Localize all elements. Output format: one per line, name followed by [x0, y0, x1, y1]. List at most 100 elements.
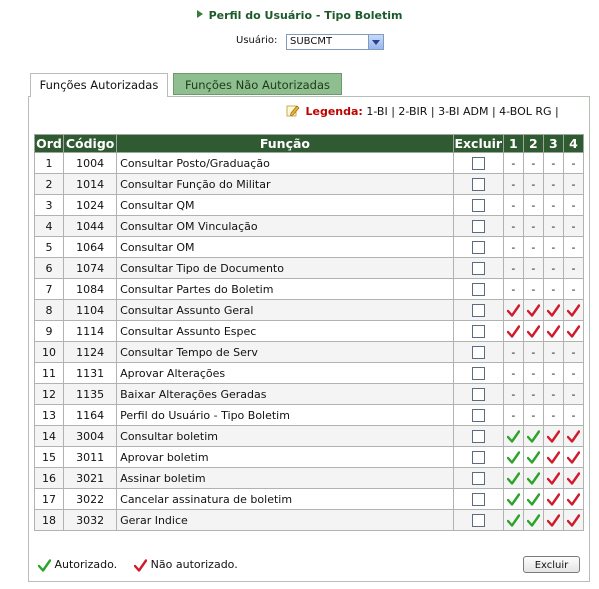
- excluir-checkbox[interactable]: [471, 324, 485, 338]
- cell-excluir: [452, 278, 504, 300]
- dash-text: -: [511, 240, 516, 254]
- green-check-icon: [506, 493, 520, 506]
- cell-ord: 10: [33, 341, 65, 363]
- excluir-checkbox[interactable]: [471, 450, 485, 464]
- red-check-icon: [506, 325, 520, 338]
- tab-funcoes-autorizadas[interactable]: Funções Autorizadas: [30, 73, 168, 97]
- cell-funcao: Consultar Assunto Espec: [116, 320, 454, 342]
- excluir-checkbox[interactable]: [471, 471, 485, 485]
- cell-ord: 5: [33, 236, 65, 258]
- dash-text: -: [531, 240, 536, 254]
- cell-funcao: Consultar boletim: [116, 425, 454, 447]
- green-check-icon: [506, 514, 520, 527]
- excluir-checkbox[interactable]: [471, 261, 485, 275]
- excluir-checkbox[interactable]: [471, 513, 485, 527]
- cell-codigo: 1164: [63, 404, 118, 426]
- dash-text: -: [571, 156, 576, 170]
- cell-col-3: -: [542, 152, 564, 174]
- cell-funcao: Consultar QM: [116, 194, 454, 216]
- red-check-icon: [546, 325, 560, 338]
- cell-excluir: [452, 320, 504, 342]
- cell-col-4: -: [562, 194, 585, 216]
- dash-text: -: [511, 198, 516, 212]
- dash-text: -: [531, 177, 536, 191]
- cell-funcao: Gerar Indice: [116, 509, 454, 531]
- cell-col-2: [522, 446, 544, 468]
- legend-label: Legenda:: [305, 105, 363, 118]
- dash-text: -: [531, 387, 536, 401]
- excluir-checkbox[interactable]: [471, 387, 485, 401]
- usuario-select-value: SUBCMT: [290, 36, 333, 47]
- excluir-checkbox[interactable]: [471, 303, 485, 317]
- cell-funcao: Cancelar assinatura de boletim: [116, 488, 454, 510]
- excluir-checkbox[interactable]: [471, 282, 485, 296]
- dash-text: -: [571, 261, 576, 275]
- cell-funcao: Assinar boletim: [116, 467, 454, 489]
- table-row: 15 3011 Aprovar boletim: [33, 446, 585, 468]
- cell-col-1: -: [502, 362, 524, 384]
- excluir-checkbox[interactable]: [471, 156, 485, 170]
- dash-text: -: [511, 408, 516, 422]
- dash-text: -: [531, 219, 536, 233]
- cell-excluir: [452, 404, 504, 426]
- cell-excluir: [452, 152, 504, 174]
- excluir-checkbox[interactable]: [471, 366, 485, 380]
- excluir-checkbox[interactable]: [471, 429, 485, 443]
- excluir-checkbox[interactable]: [471, 177, 485, 191]
- excluir-checkbox[interactable]: [471, 240, 485, 254]
- cell-excluir: [452, 341, 504, 363]
- cell-codigo: 3011: [63, 446, 118, 468]
- cell-funcao: Consultar Função do Militar: [116, 173, 454, 195]
- cell-col-4: -: [562, 215, 585, 237]
- cell-col-3: -: [542, 404, 564, 426]
- red-check-icon: [546, 493, 560, 506]
- cell-col-3: -: [542, 341, 564, 363]
- usuario-select[interactable]: SUBCMT: [286, 34, 384, 50]
- cell-codigo: 1074: [63, 257, 118, 279]
- legend-items: 1-BI | 2-BIR | 3-BI ADM | 4-BOL RG |: [366, 105, 559, 118]
- dash-text: -: [571, 240, 576, 254]
- cell-col-1: -: [502, 341, 524, 363]
- page-title-text: Perfil do Usuário - Tipo Boletim: [208, 9, 403, 22]
- cell-col-3: -: [542, 278, 564, 300]
- cell-excluir: [452, 236, 504, 258]
- cell-funcao: Consultar OM Vinculação: [116, 215, 454, 237]
- green-check-icon: [506, 472, 520, 485]
- cell-funcao: Baixar Alterações Geradas: [116, 383, 454, 405]
- green-check-icon: [526, 472, 540, 485]
- excluir-checkbox[interactable]: [471, 219, 485, 233]
- cell-codigo: 3022: [63, 488, 118, 510]
- cell-col-1: -: [502, 236, 524, 258]
- cell-excluir: [452, 446, 504, 468]
- cell-col-2: -: [522, 404, 544, 426]
- table-row: 7 1084 Consultar Partes do Boletim - - - -: [33, 278, 585, 300]
- cell-col-2: -: [522, 152, 544, 174]
- cell-col-1: -: [502, 404, 524, 426]
- dash-text: -: [531, 198, 536, 212]
- excluir-checkbox[interactable]: [471, 198, 485, 212]
- excluir-checkbox[interactable]: [471, 408, 485, 422]
- cell-col-2: -: [522, 341, 544, 363]
- footer-autorizado: Autorizado.: [54, 558, 118, 571]
- dash-text: -: [551, 198, 556, 212]
- excluir-checkbox[interactable]: [471, 492, 485, 506]
- tab-funcoes-nao-autorizadas[interactable]: Funções Não Autorizadas: [173, 73, 342, 95]
- dash-text: -: [571, 345, 576, 359]
- cell-col-2: -: [522, 173, 544, 195]
- red-check-icon: [566, 430, 580, 443]
- excluir-button[interactable]: Excluir: [523, 556, 580, 573]
- cell-col-2: [522, 299, 544, 321]
- excluir-checkbox[interactable]: [471, 345, 485, 359]
- chevron-down-icon[interactable]: [368, 35, 383, 49]
- dash-text: -: [511, 387, 516, 401]
- dash-text: -: [511, 282, 516, 296]
- header-col-1: 1: [502, 134, 524, 153]
- cell-col-3: -: [542, 383, 564, 405]
- cell-col-4: [562, 446, 585, 468]
- cell-excluir: [452, 509, 504, 531]
- cell-codigo: 3021: [63, 467, 118, 489]
- dash-text: -: [531, 345, 536, 359]
- cell-col-4: -: [562, 278, 585, 300]
- cell-ord: 1: [33, 152, 65, 174]
- red-check-icon: [566, 493, 580, 506]
